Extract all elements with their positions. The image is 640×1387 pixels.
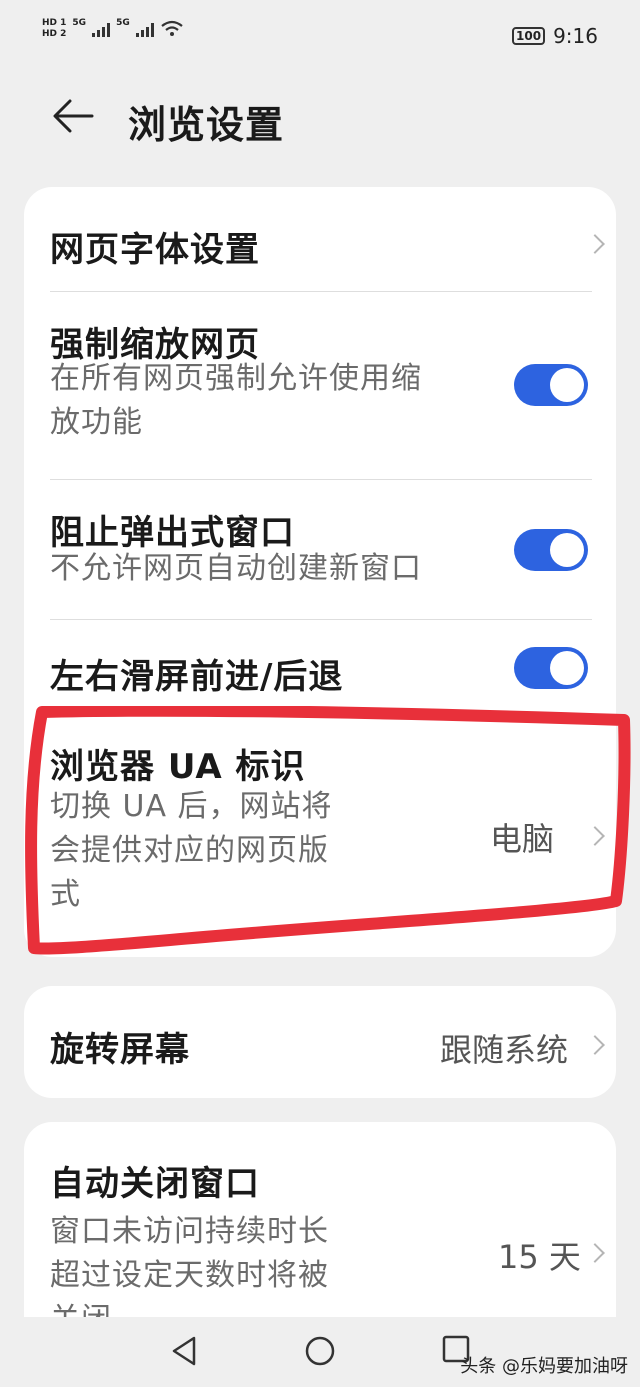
app-bar: 浏览设置: [0, 90, 640, 150]
chevron-right-icon: [585, 1035, 605, 1055]
sim-indicator: HD 1 HD 2: [42, 18, 66, 40]
block-popups-row[interactable]: 阻止弹出式窗口 不允许网页自动创建新窗口: [50, 479, 616, 619]
back-arrow-icon: [53, 99, 94, 133]
status-bar: HD 1 HD 2 5G 5G 100 9:16: [0, 0, 640, 70]
auto-close-title: 自动关闭窗口: [50, 1164, 260, 1204]
network-type-2: 5G: [116, 18, 130, 28]
signal-icon-2: [135, 21, 154, 37]
block-popups-toggle[interactable]: [514, 529, 588, 571]
hd2-label: HD 2: [42, 29, 67, 39]
auto-close-desc-line1: 窗口未访问持续时长: [50, 1214, 329, 1249]
force-zoom-desc-line2: 放功能: [50, 405, 143, 440]
swipe-nav-title: 左右滑屏前进/后退: [50, 657, 344, 697]
chevron-right-icon: [585, 1243, 605, 1263]
force-zoom-toggle[interactable]: [514, 364, 588, 406]
nav-home-icon[interactable]: [304, 1335, 336, 1367]
force-zoom-desc-line1: 在所有网页强制允许使用缩: [50, 361, 422, 396]
swipe-nav-row[interactable]: 左右滑屏前进/后退: [50, 619, 616, 719]
auto-close-value: 15 天: [498, 1238, 581, 1276]
font-settings-title: 网页字体设置: [50, 230, 260, 270]
rotate-screen-row[interactable]: 旋转屏幕 跟随系统: [50, 986, 616, 1098]
chevron-right-icon: [585, 234, 605, 254]
wifi-icon: [161, 20, 183, 36]
watermark: 头条 @乐妈要加油呀: [460, 1356, 628, 1377]
swipe-nav-toggle[interactable]: [514, 647, 588, 689]
network-type-1: 5G: [72, 18, 87, 28]
red-annotation-outline: [25, 706, 631, 955]
block-popups-desc: 不允许网页自动创建新窗口: [50, 551, 422, 586]
nav-back-icon[interactable]: [170, 1335, 198, 1367]
page-title: 浏览设置: [128, 103, 285, 147]
clock: 9:16: [553, 24, 598, 48]
settings-card-rotate: 旋转屏幕 跟随系统: [24, 986, 616, 1098]
rotate-screen-title: 旋转屏幕: [50, 1030, 190, 1070]
force-zoom-row[interactable]: 强制缩放网页 在所有网页强制允许使用缩 放功能: [50, 291, 616, 479]
auto-close-desc-line2: 超过设定天数时将被: [50, 1258, 329, 1293]
battery-icon: 100: [512, 27, 546, 45]
rotate-screen-value: 跟随系统: [440, 1031, 569, 1069]
signal-icon: [92, 21, 111, 37]
back-button[interactable]: [52, 90, 96, 142]
hd1-label: HD 1: [42, 18, 67, 28]
font-settings-row[interactable]: 网页字体设置: [50, 187, 616, 291]
